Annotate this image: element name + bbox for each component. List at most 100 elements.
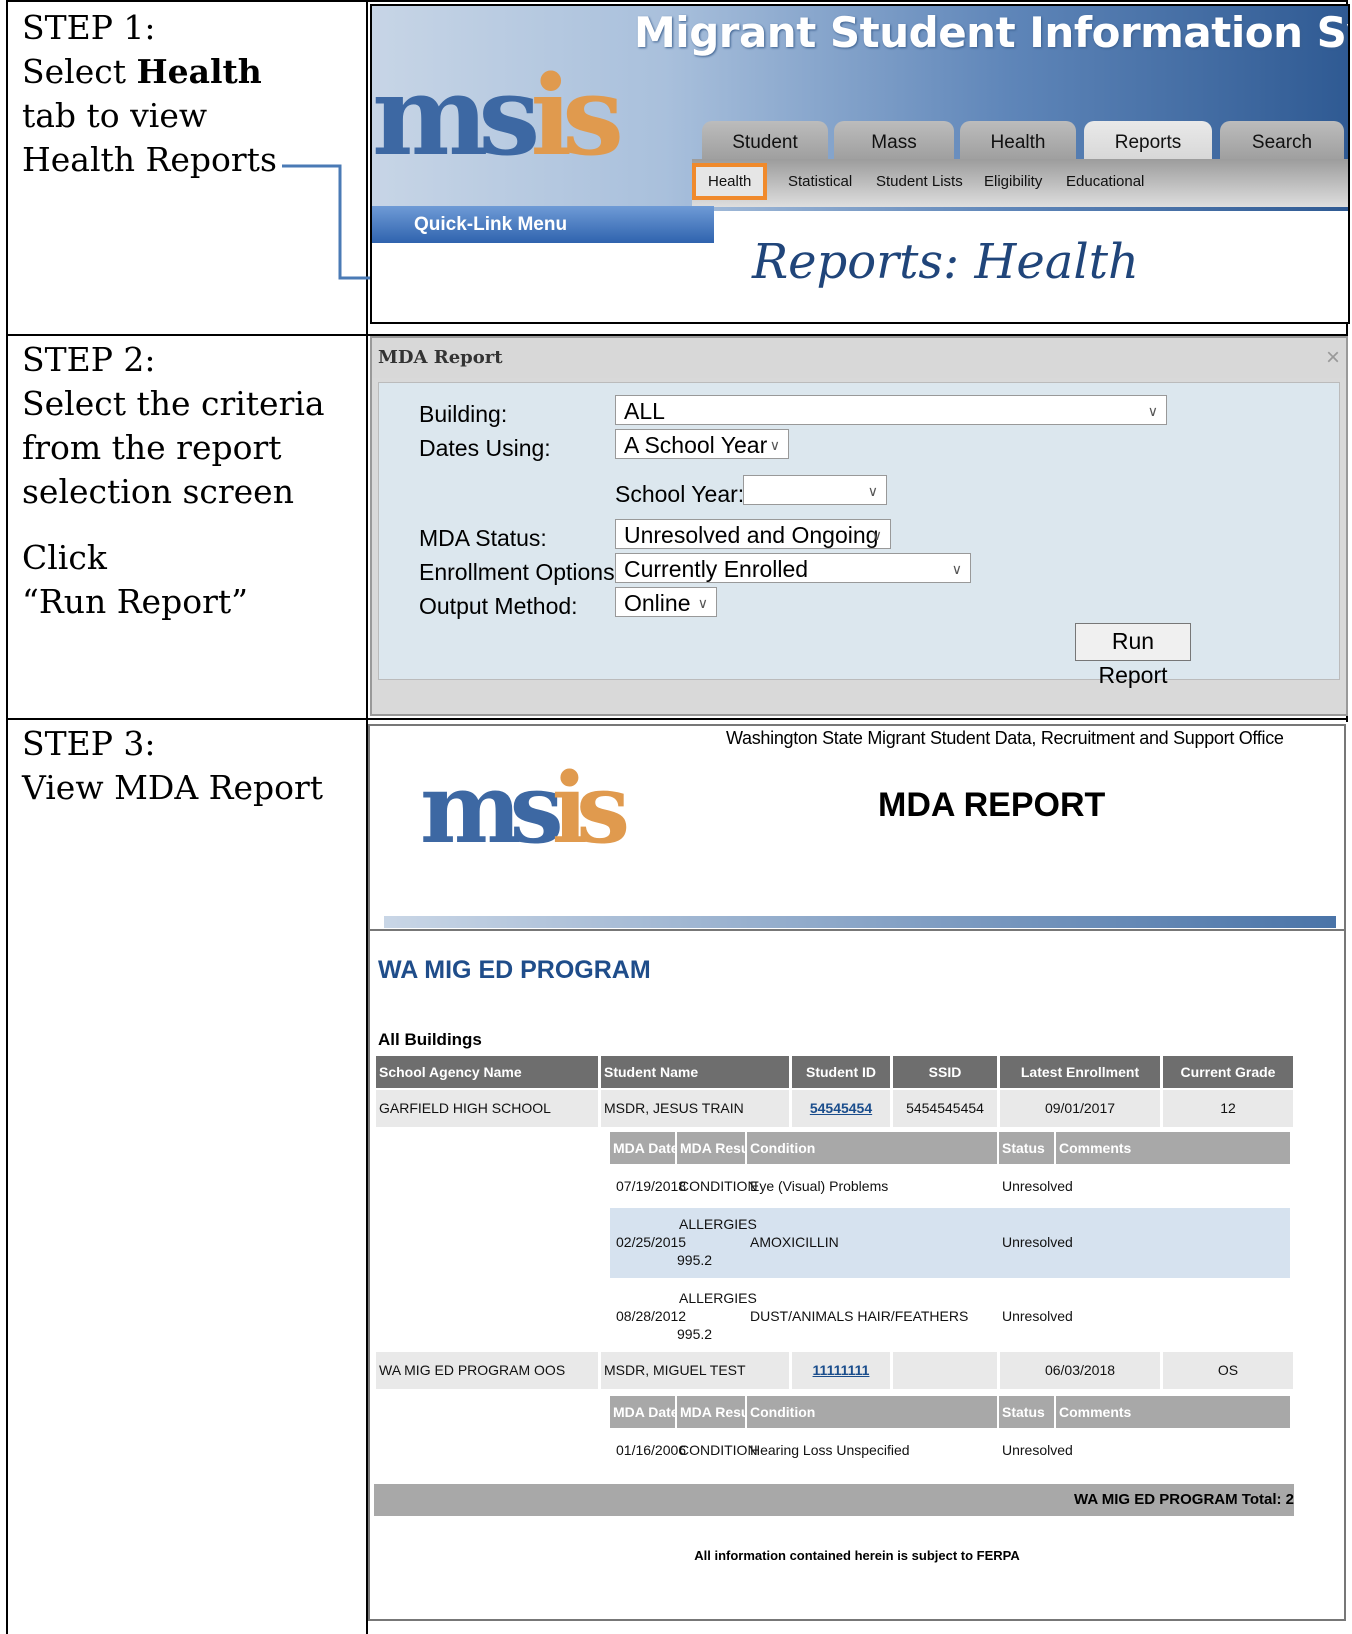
close-icon[interactable]: ×	[1326, 344, 1340, 372]
table-cell: 11111111	[792, 1352, 890, 1389]
building-value: ALL	[624, 398, 665, 424]
ferpa-notice: All information contained herein is subj…	[694, 1548, 1020, 1563]
chevron-down-icon: ∨	[867, 483, 878, 499]
table-cell: 06/03/2018	[1000, 1352, 1160, 1389]
table-cell: MSDR, JESUS TRAIN	[601, 1090, 789, 1127]
chevron-down-icon: ∨	[951, 561, 962, 577]
status-select[interactable]: Unresolved and Ongoing ∨	[615, 519, 891, 549]
step2-run: “Run Report”	[22, 582, 248, 621]
mda-status: Unresolved	[1002, 1442, 1073, 1458]
tab-mass[interactable]: Mass	[834, 121, 954, 161]
tab-search[interactable]: Search	[1220, 121, 1344, 161]
student-id-link[interactable]: 54545454	[810, 1100, 872, 1116]
mda-condition: AMOXICILLIN	[750, 1234, 839, 1250]
enroll-select[interactable]: Currently Enrolled ∨	[615, 553, 971, 583]
school-year-select[interactable]: ∨	[743, 475, 887, 505]
tab-student[interactable]: Student	[702, 121, 828, 161]
output-label: Output Method:	[419, 593, 578, 619]
col-grade: Current Grade	[1163, 1056, 1293, 1088]
step2-line1: Select the criteria	[22, 384, 325, 423]
step3-label: STEP 3:	[22, 724, 156, 763]
mda-date: 01/16/2006	[616, 1442, 687, 1458]
col-student-name: Student Name	[601, 1056, 789, 1088]
table-cell: WA MIG ED PROGRAM OOS	[376, 1352, 598, 1389]
subtab-educational[interactable]: Educational	[1066, 173, 1144, 190]
dialog-body: Building: ALL ∨ Dates Using: A School Yea…	[378, 382, 1340, 688]
sub-col-status: Status	[999, 1132, 1054, 1164]
mda-result: ALLERGIES	[679, 1290, 757, 1306]
output-select[interactable]: Online ∨	[615, 587, 717, 617]
school-year-label: School Year:	[615, 481, 745, 507]
msis-logo: msis	[420, 752, 630, 865]
subtab-student-lists[interactable]: Student Lists	[876, 173, 963, 190]
table-cell: 09/01/2017	[1000, 1090, 1160, 1127]
msis-logo: msis	[372, 51, 624, 180]
table-cell: 54545454	[792, 1090, 890, 1127]
run-report-button[interactable]: Run Report	[1075, 623, 1191, 688]
sub-col-condition: Condition	[747, 1132, 997, 1164]
report-title: MDA REPORT	[878, 786, 1106, 824]
header-rule	[384, 916, 1336, 928]
table-cell: 12	[1163, 1090, 1293, 1127]
table-cell: 5454545454	[893, 1090, 997, 1127]
chevron-down-icon: ∨	[697, 595, 708, 611]
sub-col-status: Status	[999, 1396, 1054, 1428]
step2-click: Click	[22, 538, 107, 577]
col-school: School Agency Name	[376, 1056, 598, 1088]
table-cell: OS	[1163, 1352, 1293, 1389]
msis-header-screenshot: msis Migrant Student Information System …	[370, 4, 1350, 324]
sub-col-result: MDA Result	[677, 1132, 758, 1164]
mda-result-code: 995.2	[677, 1252, 713, 1268]
sub-col-condition: Condition	[747, 1396, 997, 1428]
mda-result-code: 995.2	[677, 1326, 713, 1342]
dates-value: A School Year	[624, 432, 768, 458]
mda-condition: Hearing Loss Unspecified	[750, 1442, 910, 1458]
mda-result: CONDITION	[679, 1442, 758, 1458]
mda-report-dialog: MDA Report × Building: ALL ∨ Dates Using:…	[370, 336, 1348, 716]
program-total: WA MIG ED PROGRAM Total: 2	[374, 1484, 1294, 1516]
building-select[interactable]: ALL ∨	[615, 395, 1167, 425]
col-ssid: SSID	[893, 1056, 997, 1088]
output-value: Online	[624, 590, 691, 616]
step2-line2: from the report	[22, 428, 282, 467]
table-cell: MSDR, MIGUEL TEST	[601, 1352, 789, 1389]
org-name: Washington State Migrant Student Data, R…	[726, 728, 1284, 748]
sub-col-date: MDA Date	[610, 1396, 679, 1428]
app-title: Migrant Student Information System	[634, 8, 1348, 57]
step2-label: STEP 2:	[22, 340, 156, 379]
dates-label: Dates Using:	[419, 435, 551, 461]
chevron-down-icon: ∨	[871, 527, 882, 543]
col-enrollment: Latest Enrollment	[1000, 1056, 1160, 1088]
col-student-id: Student ID	[792, 1056, 890, 1088]
mda-condition: Eye (Visual) Problems	[750, 1178, 889, 1194]
mda-date: 08/28/2012	[616, 1308, 687, 1324]
mda-date: 02/25/2015	[616, 1234, 687, 1250]
chevron-down-icon: ∨	[769, 437, 780, 453]
mda-status: Unresolved	[1002, 1234, 1073, 1250]
student-id-link[interactable]: 11111111	[813, 1362, 870, 1378]
chevron-down-icon: ∨	[1147, 403, 1158, 419]
page-heading: Reports: Health	[752, 234, 1139, 290]
mda-condition: DUST/ANIMALS HAIR/FEATHERS	[750, 1308, 969, 1324]
step3-instructions: STEP 3: View MDA Report	[22, 722, 323, 810]
status-label: MDA Status:	[419, 525, 547, 551]
step2-line3: selection screen	[22, 472, 294, 511]
sub-col-comments: Comments	[1056, 1396, 1290, 1428]
mda-date: 07/19/2018	[616, 1178, 687, 1194]
step3-line1: View MDA Report	[22, 768, 324, 807]
table-cell	[893, 1352, 997, 1389]
building-label: Building:	[419, 401, 508, 427]
subtab-statistical[interactable]: Statistical	[788, 173, 852, 190]
program-name: WA MIG ED PROGRAM	[378, 956, 651, 984]
quick-link-menu[interactable]: Quick-Link Menu	[372, 206, 714, 243]
dialog-title: MDA Report	[372, 338, 1346, 378]
tab-health[interactable]: Health	[960, 121, 1076, 161]
sub-tabs: Health Statistical Student Lists Eligibi…	[692, 159, 1348, 207]
subtab-eligibility[interactable]: Eligibility	[984, 173, 1042, 190]
dates-select[interactable]: A School Year ∨	[615, 429, 789, 459]
tab-reports[interactable]: Reports	[1084, 121, 1212, 161]
subtab-health[interactable]: Health	[692, 163, 768, 200]
mda-result: ALLERGIES	[679, 1216, 757, 1232]
mda-result: CONDITION	[679, 1178, 758, 1194]
enroll-value: Currently Enrolled	[624, 556, 809, 582]
